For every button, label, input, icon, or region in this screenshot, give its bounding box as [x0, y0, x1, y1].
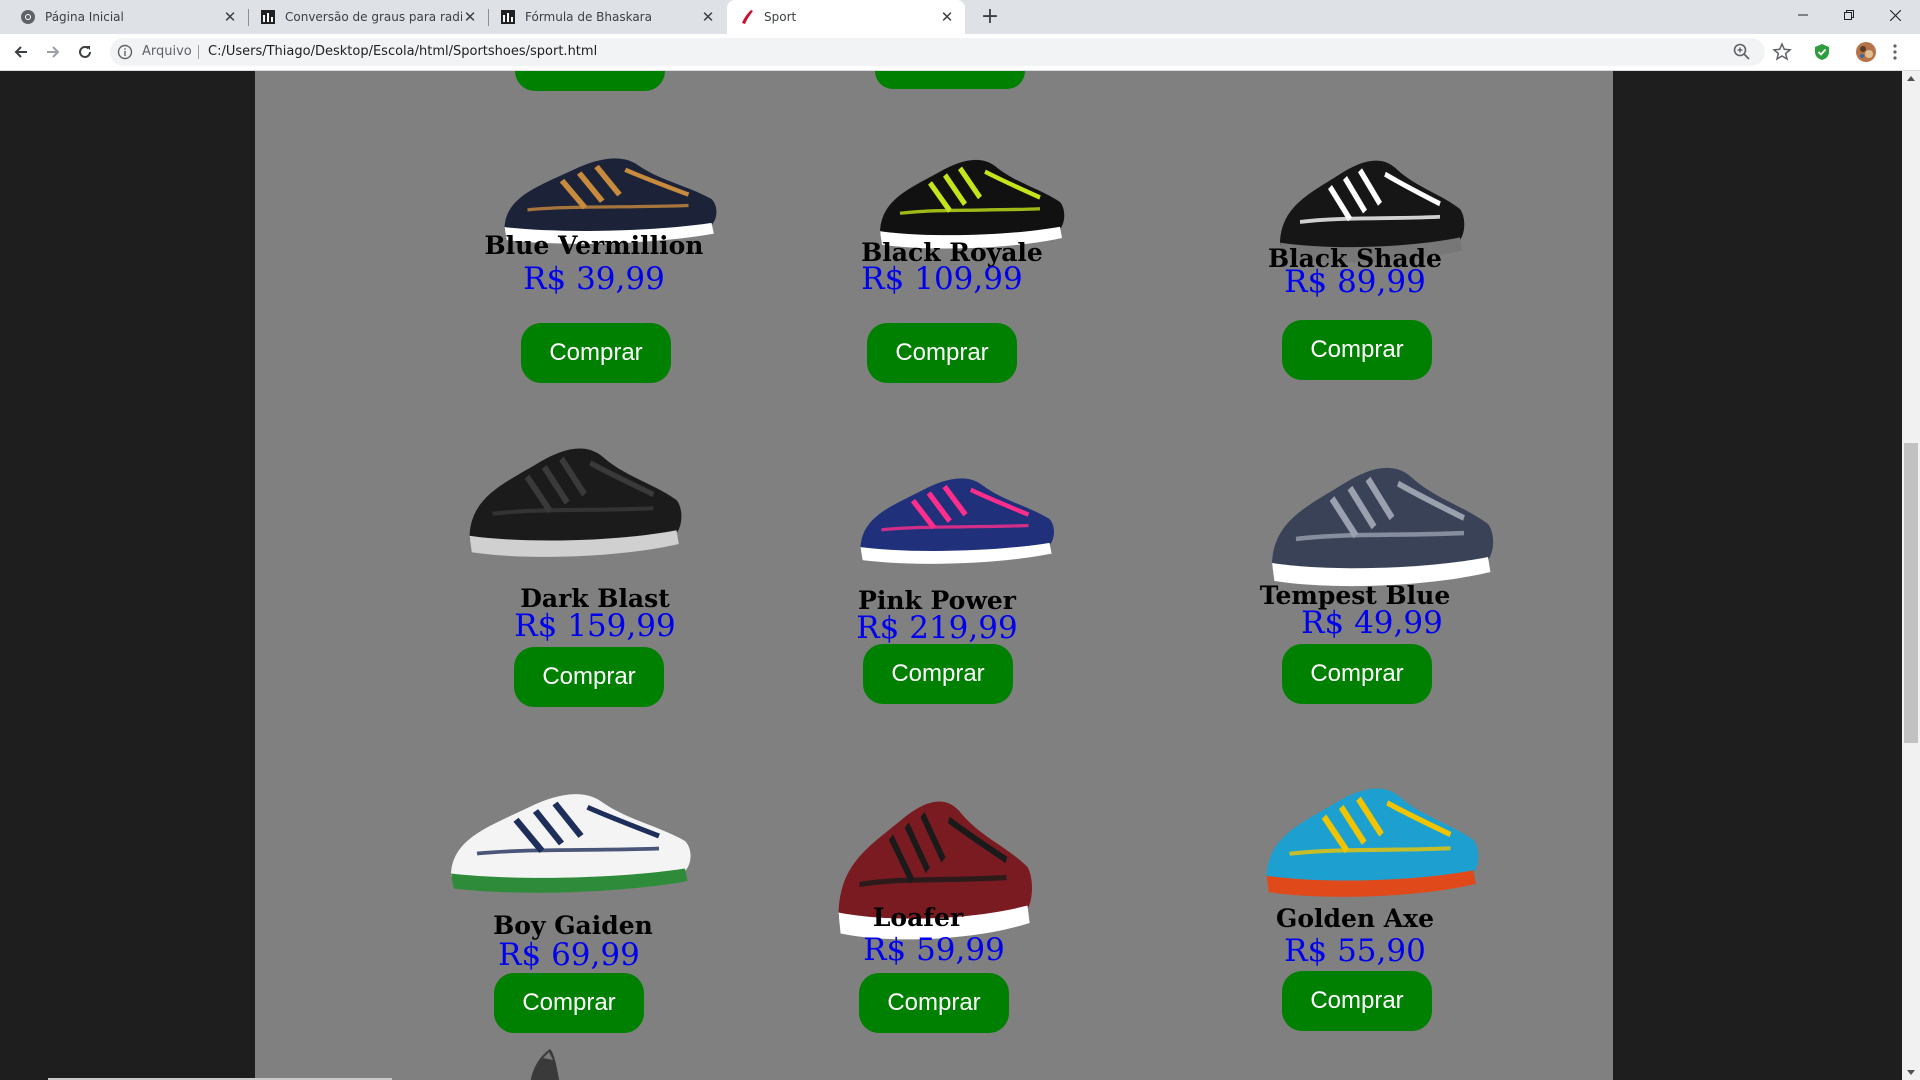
address-bar[interactable]: Arquivo C:/Users/Thiago/Desktop/Escola/h…	[110, 38, 1765, 66]
caret-up-icon	[1907, 76, 1915, 81]
tab-title: Sport	[764, 10, 797, 24]
reload-button[interactable]	[72, 39, 98, 65]
tab-pagina-inicial[interactable]: Página Inicial ✕	[0, 0, 248, 34]
buy-button[interactable]: Comprar	[494, 973, 644, 1033]
product-price: R$ 159,99	[514, 608, 676, 644]
restore-button[interactable]	[1826, 0, 1872, 30]
product-price: R$ 59,99	[863, 932, 1005, 968]
tab-separator	[248, 9, 249, 26]
minimize-button[interactable]	[1780, 0, 1826, 30]
chrome-icon	[21, 10, 35, 24]
product-price: R$ 69,99	[498, 937, 640, 973]
buy-button[interactable]: Comprar	[867, 323, 1017, 383]
tab-sport[interactable]: Sport ✕	[727, 0, 965, 34]
buy-button[interactable]: Comprar	[859, 973, 1009, 1033]
browser-toolbar: Arquivo C:/Users/Thiago/Desktop/Escola/h…	[0, 34, 1920, 71]
buy-button[interactable]: Comprar	[1282, 644, 1432, 704]
shoe-image	[870, 121, 1070, 256]
product-name: Boy Gaiden	[493, 911, 653, 940]
divider	[198, 45, 199, 59]
zoom-icon[interactable]	[1732, 42, 1752, 62]
info-icon[interactable]	[117, 44, 133, 60]
tab-separator	[488, 9, 489, 26]
scroll-up-arrow[interactable]	[1902, 71, 1920, 85]
web-icon	[501, 10, 515, 24]
restore-icon	[1844, 10, 1854, 20]
product-name: Blue Vermillion	[484, 231, 704, 260]
buy-button-partial[interactable]	[875, 71, 1025, 89]
shoe-image	[1255, 741, 1485, 906]
product-name: Loafer	[872, 903, 964, 932]
new-tab-button[interactable]: +	[976, 3, 1004, 31]
shoe-image	[438, 751, 698, 901]
buy-button[interactable]: Comprar	[863, 644, 1013, 704]
shoe-icon	[742, 10, 753, 24]
shield-extension-icon[interactable]	[1812, 42, 1832, 62]
minimize-icon	[1798, 14, 1808, 16]
shoe-image-partial	[530, 1049, 560, 1080]
product-price: R$ 49,99	[1301, 605, 1443, 641]
tab-title: Fórmula de Bhaskara	[525, 10, 652, 24]
security-label: Arquivo	[142, 44, 192, 59]
close-icon[interactable]: ✕	[222, 8, 238, 26]
arrow-left-icon	[14, 46, 27, 58]
shoe-image	[458, 401, 688, 566]
tab-strip: Página Inicial ✕ Conversão de graus para…	[0, 0, 1920, 34]
product-price: R$ 219,99	[856, 610, 1018, 646]
buy-button[interactable]: Comprar	[1282, 320, 1432, 380]
buy-button-partial[interactable]	[515, 71, 665, 91]
tab-title: Página Inicial	[45, 10, 124, 24]
tab-bhaskara[interactable]: Fórmula de Bhaskara ✕	[490, 0, 726, 34]
product-price: R$ 89,99	[1284, 264, 1426, 300]
tab-title: Conversão de graus para radiano	[285, 10, 462, 24]
scroll-down-arrow[interactable]	[1902, 1066, 1920, 1080]
scroll-thumb[interactable]	[1904, 443, 1918, 743]
avatar[interactable]	[1855, 41, 1877, 63]
buy-button[interactable]: Comprar	[521, 323, 671, 383]
web-icon	[261, 10, 275, 24]
close-icon[interactable]: ✕	[939, 8, 955, 26]
product-name: Golden Axe	[1276, 904, 1434, 933]
star-icon[interactable]	[1772, 42, 1792, 62]
shoe-image	[1260, 416, 1500, 596]
buy-button[interactable]: Comprar	[514, 647, 664, 707]
page-viewport: Blue Vermillion R$ 39,99 Comprar Black Roy…	[0, 71, 1902, 1080]
product-price: R$ 55,90	[1284, 933, 1426, 969]
close-window-button[interactable]	[1872, 0, 1918, 30]
forward-button[interactable]	[40, 39, 66, 65]
arrow-right-icon	[47, 46, 60, 58]
shoe-image	[850, 441, 1060, 571]
products-container: Blue Vermillion R$ 39,99 Comprar Black Roy…	[255, 71, 1613, 1080]
back-button[interactable]	[8, 39, 34, 65]
product-price: R$ 109,99	[861, 261, 1023, 297]
buy-button[interactable]: Comprar	[1282, 971, 1432, 1031]
product-price: R$ 39,99	[523, 261, 665, 297]
close-icon[interactable]: ✕	[462, 8, 478, 26]
url-text[interactable]: C:/Users/Thiago/Desktop/Escola/html/Spor…	[208, 44, 597, 59]
tab-conversao[interactable]: Conversão de graus para radiano ✕	[250, 0, 488, 34]
menu-icon[interactable]	[1890, 42, 1900, 62]
close-icon[interactable]: ✕	[700, 8, 716, 26]
vertical-scrollbar[interactable]	[1902, 71, 1920, 1080]
reload-icon	[79, 45, 91, 58]
caret-down-icon	[1907, 1070, 1915, 1075]
close-icon	[1889, 9, 1901, 21]
